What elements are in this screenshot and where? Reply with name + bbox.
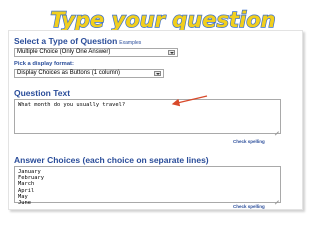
question-text-value: What month do you usually travel? — [18, 102, 126, 108]
display-format-label: Pick a display format: — [14, 61, 74, 67]
resize-grip-icon[interactable] — [274, 196, 279, 201]
question-text-label: Question Text — [14, 88, 71, 98]
survey-question-editor: Select a Type of Question Examples Multip… — [8, 30, 303, 210]
display-format-value: Display Choices as Buttons (1 column) — [17, 70, 121, 76]
answer-choices-label: Answer Choices (each choice on separate … — [14, 155, 209, 165]
answers-check-spelling-link[interactable]: Check spelling — [233, 204, 265, 209]
examples-link[interactable]: Examples — [119, 40, 141, 46]
slide-title-banner: Type your question — [0, 3, 320, 33]
question-type-heading: Select a Type of Question Examples — [14, 36, 141, 46]
question-text-area[interactable]: What month do you usually travel? — [14, 99, 281, 134]
question-type-value: Multiple Choice (Only One Answer) — [17, 49, 111, 55]
answer-choices-area[interactable]: January February March April May June — [14, 166, 281, 206]
answer-choices-list: January February March April May June — [18, 169, 44, 206]
answer-choice-line: June — [18, 199, 31, 206]
display-format-select[interactable]: Display Choices as Buttons (1 column) — [14, 69, 164, 78]
resize-grip-icon[interactable] — [274, 127, 279, 132]
question-type-select[interactable]: Multiple Choice (Only One Answer) — [14, 48, 178, 57]
slide-title: Type your question — [50, 8, 275, 32]
chevron-down-icon — [168, 50, 175, 55]
chevron-down-icon — [154, 71, 161, 76]
question-type-label: Select a Type of Question — [14, 36, 118, 46]
question-check-spelling-link[interactable]: Check spelling — [233, 139, 265, 144]
